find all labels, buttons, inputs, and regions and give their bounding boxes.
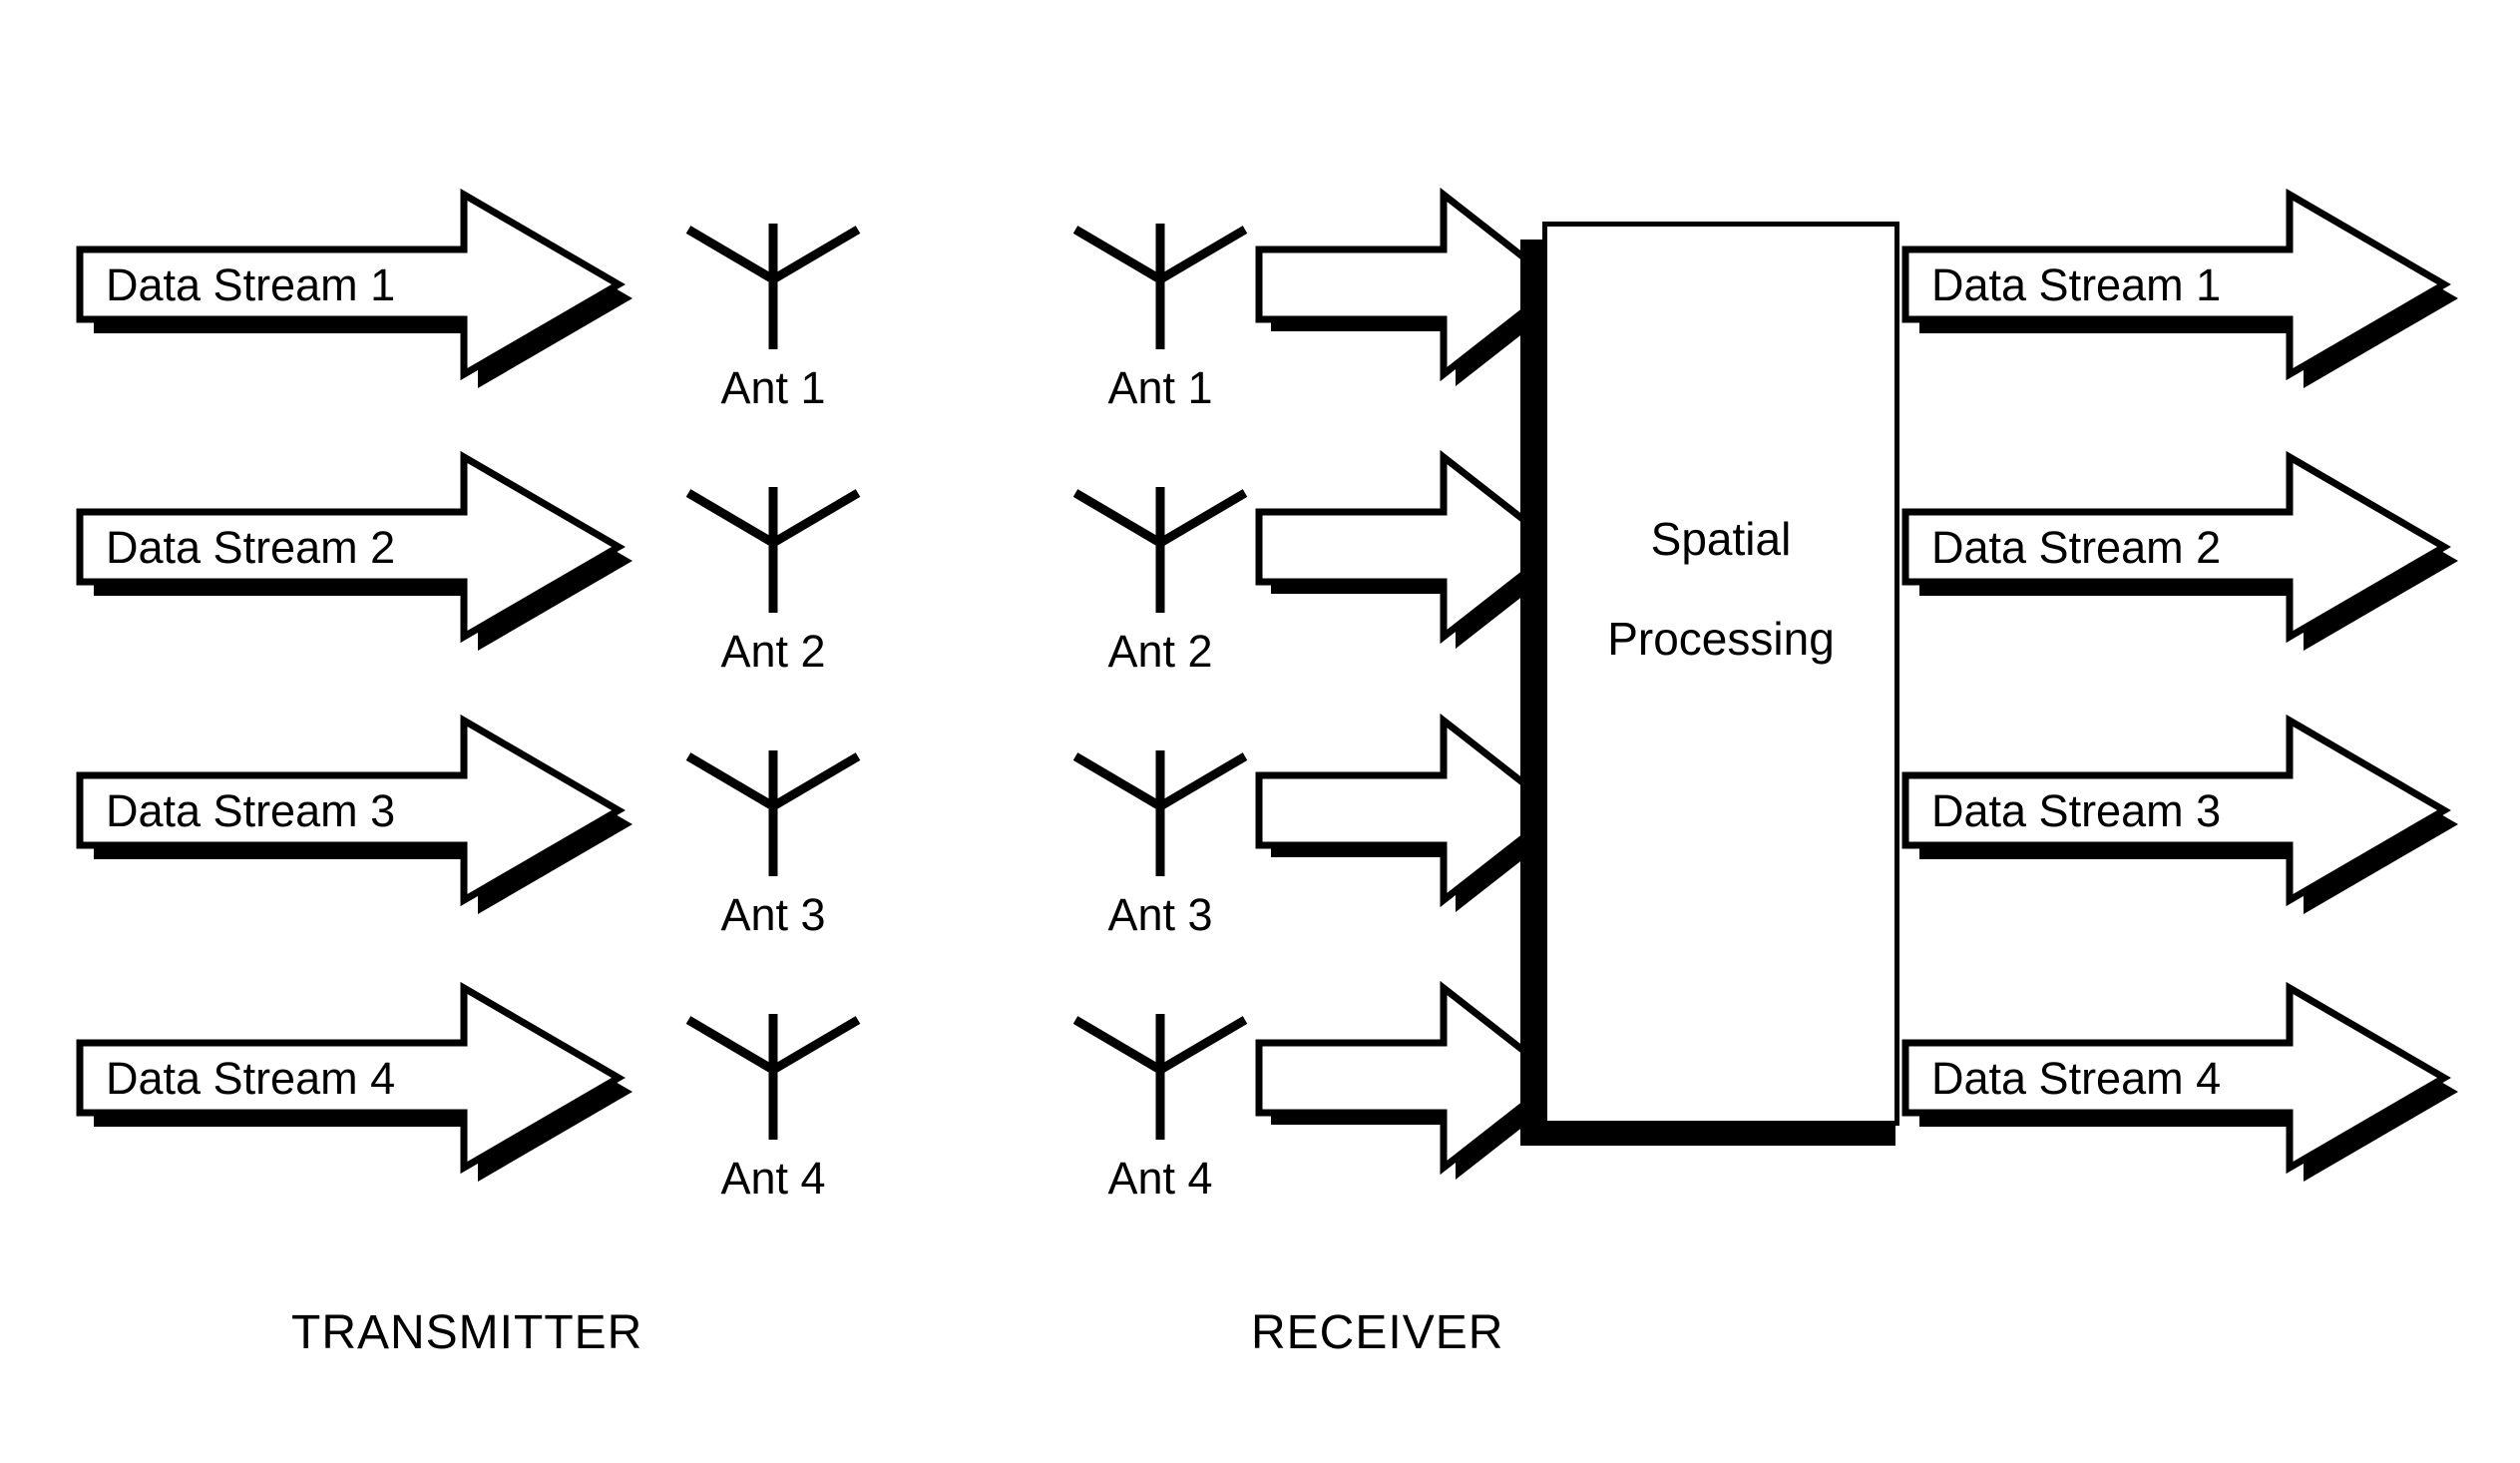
rx-feed-arrow-1 <box>1255 187 1570 386</box>
arrow-outline <box>76 714 626 907</box>
arrow-outline <box>1901 188 2451 381</box>
diagram-canvas: Data Stream 1 Data Stream 2 Data Stream <box>0 0 2520 1463</box>
rx-antenna-3: Ant 3 <box>1046 744 1275 937</box>
arrow-outline <box>1255 449 1564 645</box>
tx-input-arrow-1: Data Stream 1 <box>76 188 632 388</box>
rx-antenna-3-label: Ant 3 <box>1107 889 1213 940</box>
tx-antenna-1-label: Ant 1 <box>720 362 826 413</box>
tx-antenna-3: Ant 3 <box>658 744 888 937</box>
tx-antenna-4: Ant 4 <box>658 1008 888 1201</box>
arrow-outline <box>1255 713 1564 908</box>
arrow-outline <box>1901 714 2451 907</box>
tx-antenna-4-label: Ant 4 <box>720 1153 826 1204</box>
rx-output-arrow-4: Data Stream 4 <box>1901 981 2458 1182</box>
rx-antenna-4: Ant 4 <box>1046 1008 1275 1201</box>
arrow-outline <box>1255 187 1564 382</box>
transmitter-caption: TRANSMITTER <box>291 1306 643 1359</box>
tx-input-arrow-2: Data Stream 2 <box>76 450 632 651</box>
rx-antenna-2: Ant 2 <box>1046 481 1275 674</box>
spatial-processing-block: Spatial Processing <box>1542 222 1899 1126</box>
arrow-outline <box>1901 981 2451 1175</box>
rx-feed-arrow-3 <box>1255 713 1570 912</box>
arrow-outline <box>76 981 626 1175</box>
rx-output-arrow-1: Data Stream 1 <box>1901 188 2458 388</box>
tx-input-arrow-3: Data Stream 3 <box>76 714 632 914</box>
arrow-outline <box>1255 980 1564 1176</box>
rx-antenna-2-label: Ant 2 <box>1107 626 1213 677</box>
tx-input-arrow-4: Data Stream 4 <box>76 981 632 1182</box>
rx-antenna-4-label: Ant 4 <box>1107 1153 1213 1204</box>
spatial-processing-line-2: Processing <box>1607 613 1835 665</box>
receiver-caption: RECEIVER <box>1251 1306 1504 1359</box>
tx-antenna-1: Ant 1 <box>658 218 888 410</box>
spatial-processing-line-1: Spatial <box>1650 513 1792 565</box>
tx-antenna-2-label: Ant 2 <box>720 626 826 677</box>
arrow-outline <box>76 188 626 381</box>
rx-antenna-1: Ant 1 <box>1046 218 1275 410</box>
arrow-outline <box>1901 450 2451 644</box>
tx-antenna-2: Ant 2 <box>658 481 888 674</box>
rx-antenna-1-label: Ant 1 <box>1107 362 1213 413</box>
rx-feed-arrow-2 <box>1255 449 1570 649</box>
rx-output-arrow-3: Data Stream 3 <box>1901 714 2458 914</box>
tx-antenna-3-label: Ant 3 <box>720 889 826 940</box>
rx-feed-arrow-4 <box>1255 980 1570 1180</box>
arrow-outline <box>76 450 626 644</box>
rx-output-arrow-2: Data Stream 2 <box>1901 450 2458 651</box>
